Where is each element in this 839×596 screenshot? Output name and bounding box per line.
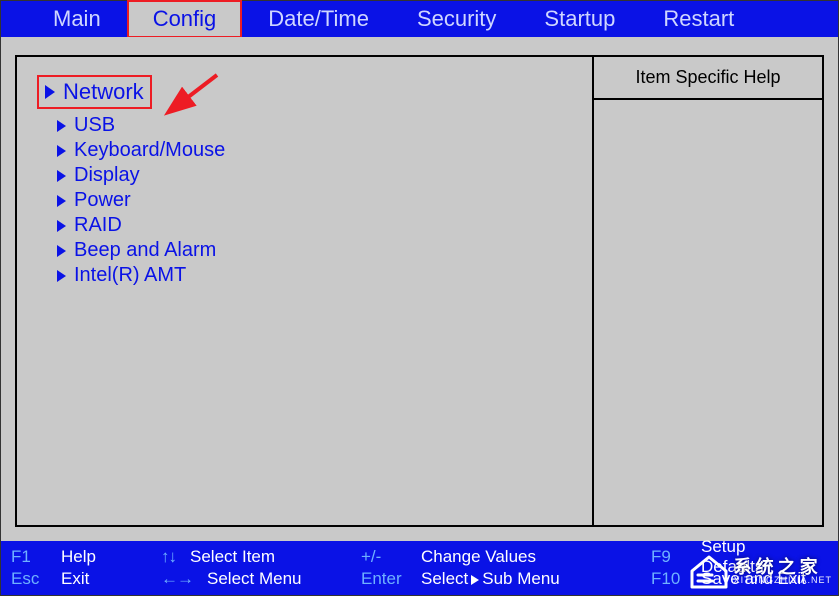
footer-key-plusminus: +/- <box>361 547 407 567</box>
submenu-triangle-icon <box>57 270 66 282</box>
footer-col-2: ↑↓ Select Item ←→ Select Menu <box>161 546 361 590</box>
submenu-triangle-icon <box>57 195 66 207</box>
footer-label-select-post: Sub Menu <box>482 569 560 588</box>
footer-bar: F1 Help Esc Exit ↑↓ Select Item ←→ Selec… <box>1 541 838 595</box>
menu-label: USB <box>74 114 115 137</box>
tab-security[interactable]: Security <box>393 2 520 36</box>
footer-label-change-values: Change Values <box>421 547 536 567</box>
menu-item-usb[interactable]: USB <box>57 113 572 138</box>
menu-label: Power <box>74 189 131 212</box>
footer-label-exit: Exit <box>61 569 89 589</box>
tab-bar: Main Config Date/Time Security Startup R… <box>1 1 838 37</box>
watermark: 系统之家 XITONGZHIJIA.NET <box>688 553 832 589</box>
menu-item-intel-amt[interactable]: Intel(R) AMT <box>57 263 572 288</box>
help-pane-body <box>594 100 822 525</box>
footer-col-3: +/- Change Values Enter Select Sub Menu <box>361 546 651 590</box>
footer-key-esc: Esc <box>11 569 47 589</box>
body-area: Network USB Keyboard/Mouse Display Power… <box>1 37 838 541</box>
tab-main[interactable]: Main <box>29 2 125 36</box>
menu-label: Network <box>63 79 144 105</box>
footer-key-f1: F1 <box>11 547 47 567</box>
menu-item-display[interactable]: Display <box>57 163 572 188</box>
menu-label: Display <box>74 164 140 187</box>
inner-frame: Network USB Keyboard/Mouse Display Power… <box>15 55 824 527</box>
help-pane: Item Specific Help <box>592 57 822 525</box>
annotation-arrow-icon <box>177 73 227 114</box>
menu-item-beep-alarm[interactable]: Beep and Alarm <box>57 238 572 263</box>
menu-item-raid[interactable]: RAID <box>57 213 572 238</box>
footer-label-help: Help <box>61 547 96 567</box>
footer-key-enter: Enter <box>361 569 407 589</box>
menu-label: RAID <box>74 214 122 237</box>
footer-key-f10: F10 <box>651 569 687 589</box>
submenu-triangle-icon <box>45 85 55 99</box>
submenu-triangle-icon <box>57 145 66 157</box>
submenu-triangle-icon <box>57 170 66 182</box>
footer-label-select-menu: Select Menu <box>207 569 302 589</box>
footer-label-select-submenu: Select Sub Menu <box>421 569 560 589</box>
tab-startup[interactable]: Startup <box>520 2 639 36</box>
footer-col-1: F1 Help Esc Exit <box>11 546 161 590</box>
submenu-triangle-icon <box>57 120 66 132</box>
submenu-triangle-icon <box>471 575 479 585</box>
menu-label: Keyboard/Mouse <box>74 139 225 162</box>
watermark-cn: 系统之家 <box>734 558 822 576</box>
submenu-triangle-icon <box>57 245 66 257</box>
watermark-url: XITONGZHIJIA.NET <box>734 576 832 585</box>
tab-config[interactable]: Config <box>127 0 243 38</box>
footer-key-f9: F9 <box>651 547 687 567</box>
config-menu-pane: Network USB Keyboard/Mouse Display Power… <box>17 57 592 525</box>
menu-item-network[interactable]: Network <box>37 75 152 109</box>
menu-item-power[interactable]: Power <box>57 188 572 213</box>
tab-restart[interactable]: Restart <box>639 2 758 36</box>
config-menu-list: USB Keyboard/Mouse Display Power RAID Be… <box>37 113 572 288</box>
bios-window: Main Config Date/Time Security Startup R… <box>0 0 839 596</box>
house-icon <box>688 553 730 589</box>
footer-label-select-pre: Select <box>421 569 468 588</box>
menu-label: Intel(R) AMT <box>74 264 186 287</box>
menu-label: Beep and Alarm <box>74 239 216 262</box>
submenu-triangle-icon <box>57 220 66 232</box>
menu-item-keyboard-mouse[interactable]: Keyboard/Mouse <box>57 138 572 163</box>
watermark-text: 系统之家 XITONGZHIJIA.NET <box>734 558 832 585</box>
help-pane-title: Item Specific Help <box>594 57 822 100</box>
footer-label-select-item: Select Item <box>190 547 275 567</box>
updown-arrows-icon: ↑↓ <box>161 547 176 567</box>
tab-datetime[interactable]: Date/Time <box>244 2 393 36</box>
leftright-arrows-icon: ←→ <box>161 569 193 589</box>
